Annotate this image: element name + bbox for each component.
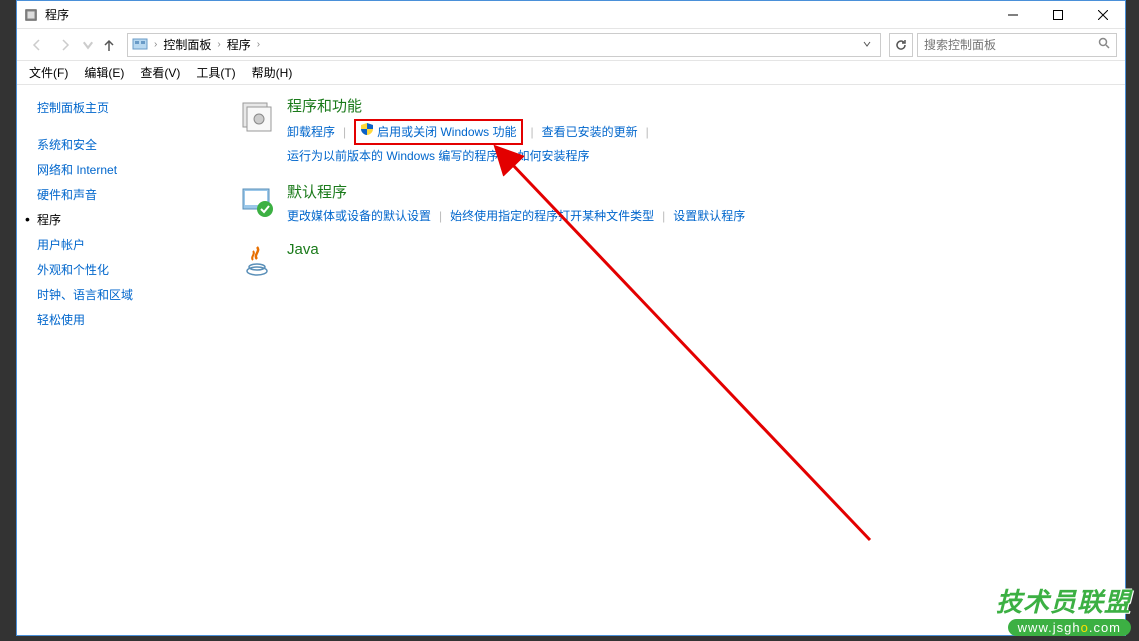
category-link[interactable]: 设置默认程序 [673, 205, 745, 227]
uac-shield-icon [360, 125, 374, 139]
control-panel-icon [132, 37, 148, 53]
menu-item[interactable]: 帮助(H) [244, 62, 301, 83]
search-input[interactable] [924, 38, 1098, 52]
category-body: Java [287, 241, 1105, 281]
category-link-row: 卸载程序 | 启用或关闭 Windows 功能 | 查看已安装的更新 | [287, 119, 1105, 145]
category-link[interactable]: 始终使用指定的程序打开某种文件类型 [450, 205, 654, 227]
window-title: 程序 [45, 6, 990, 23]
breadcrumb-root[interactable]: 控制面板 [159, 36, 215, 53]
category-body: 程序和功能卸载程序|启用或关闭 Windows 功能|查看已安装的更新|运行为以… [287, 95, 1105, 167]
address-bar[interactable]: › 控制面板 › 程序 › [127, 33, 881, 57]
sidebar-item[interactable]: 用户帐户 [37, 232, 217, 257]
category-link[interactable]: 查看已安装的更新 [542, 121, 638, 143]
category-link-row: 更改媒体或设备的默认设置 | 始终使用指定的程序打开某种文件类型 | 设置默认程序 [287, 205, 1105, 227]
category-title[interactable]: 默认程序 [287, 181, 1105, 202]
minimize-button[interactable] [990, 1, 1035, 29]
link-text: 运行为以前版本的 Windows 编写的程序 [287, 149, 498, 163]
control-panel-window: 程序 › 控制面板 › 程序 › 文件(F)编辑(E)查看(V)工具(T) [16, 0, 1126, 636]
control-panel-home-link[interactable]: 控制面板主页 [37, 99, 217, 116]
sidebar-item[interactable]: 硬件和声音 [37, 182, 217, 207]
sidebar: 控制面板主页 系统和安全网络和 Internet硬件和声音程序用户帐户外观和个性… [17, 85, 217, 635]
watermark-url: www.jsgho.com [1008, 619, 1131, 636]
link-text: 启用或关闭 Windows 功能 [377, 125, 516, 139]
menu-bar: 文件(F)编辑(E)查看(V)工具(T)帮助(H) [17, 61, 1125, 85]
body: 控制面板主页 系统和安全网络和 Internet硬件和声音程序用户帐户外观和个性… [17, 85, 1125, 635]
window-controls [990, 1, 1125, 28]
address-dropdown[interactable] [858, 38, 876, 52]
category-link-row: 运行为以前版本的 Windows 编写的程序 | 如何安装程序 [287, 145, 1105, 167]
menu-item[interactable]: 查看(V) [132, 62, 188, 83]
link-divider: | [646, 121, 649, 143]
content-area: 程序和功能卸载程序|启用或关闭 Windows 功能|查看已安装的更新|运行为以… [217, 85, 1125, 635]
link-text: 始终使用指定的程序打开某种文件类型 [450, 209, 654, 223]
link-text: 查看已安装的更新 [542, 125, 638, 139]
category-link[interactable]: 更改媒体或设备的默认设置 [287, 205, 431, 227]
link-divider: | [343, 121, 346, 143]
category: 程序和功能卸载程序|启用或关闭 Windows 功能|查看已安装的更新|运行为以… [237, 95, 1105, 167]
titlebar: 程序 [17, 1, 1125, 29]
annotation-highlight: 启用或关闭 Windows 功能 [354, 119, 522, 145]
search-box[interactable] [917, 33, 1117, 57]
up-button[interactable] [99, 35, 119, 55]
link-text: 设置默认程序 [673, 209, 745, 223]
category-link[interactable]: 卸载程序 [287, 121, 335, 143]
window-icon [23, 7, 39, 23]
watermark: 技术员联盟 www.jsgho.com [996, 582, 1131, 637]
chevron-right-icon: › [255, 39, 262, 50]
watermark-text: 技术员联盟 [996, 582, 1131, 619]
link-text: 更改媒体或设备的默认设置 [287, 209, 431, 223]
category-link[interactable]: 运行为以前版本的 Windows 编写的程序 [287, 145, 498, 167]
sidebar-item[interactable]: 时钟、语言和区域 [37, 282, 217, 307]
category: 默认程序更改媒体或设备的默认设置 | 始终使用指定的程序打开某种文件类型 | 设置默认程… [237, 181, 1105, 227]
chevron-right-icon: › [152, 39, 159, 50]
link-text: 卸载程序 [287, 125, 335, 139]
sidebar-item[interactable]: 网络和 Internet [37, 157, 217, 182]
sidebar-item[interactable]: 轻松使用 [37, 307, 217, 332]
defaults-icon [237, 181, 277, 221]
back-button[interactable] [25, 33, 49, 57]
link-divider: | [439, 205, 442, 227]
menu-item[interactable]: 工具(T) [188, 62, 243, 83]
link-text: 如何安装程序 [517, 149, 589, 163]
chevron-right-icon: › [215, 39, 222, 50]
link-divider: | [506, 145, 509, 167]
category-body: 默认程序更改媒体或设备的默认设置 | 始终使用指定的程序打开某种文件类型 | 设置默认程… [287, 181, 1105, 227]
sidebar-item[interactable]: 外观和个性化 [37, 257, 217, 282]
breadcrumb-current[interactable]: 程序 [223, 36, 255, 53]
category: Java [237, 241, 1105, 281]
sidebar-category-list: 系统和安全网络和 Internet硬件和声音程序用户帐户外观和个性化时钟、语言和… [37, 132, 217, 332]
sidebar-item[interactable]: 系统和安全 [37, 132, 217, 157]
menu-item[interactable]: 文件(F) [21, 62, 76, 83]
category-link[interactable]: 如何安装程序 [517, 145, 589, 167]
refresh-button[interactable] [889, 33, 913, 57]
forward-button[interactable] [53, 33, 77, 57]
history-dropdown[interactable] [81, 33, 95, 57]
link-divider: | [531, 121, 534, 143]
programs-icon [237, 95, 277, 135]
java-icon [237, 241, 277, 281]
navigation-bar: › 控制面板 › 程序 › [17, 29, 1125, 61]
close-button[interactable] [1080, 1, 1125, 29]
sidebar-item[interactable]: 程序 [37, 207, 217, 232]
category-link[interactable]: 启用或关闭 Windows 功能 [360, 121, 516, 143]
maximize-button[interactable] [1035, 1, 1080, 29]
category-title[interactable]: Java [287, 241, 1105, 258]
search-icon [1098, 36, 1110, 54]
category-title[interactable]: 程序和功能 [287, 95, 1105, 116]
menu-item[interactable]: 编辑(E) [76, 62, 132, 83]
link-divider: | [662, 205, 665, 227]
